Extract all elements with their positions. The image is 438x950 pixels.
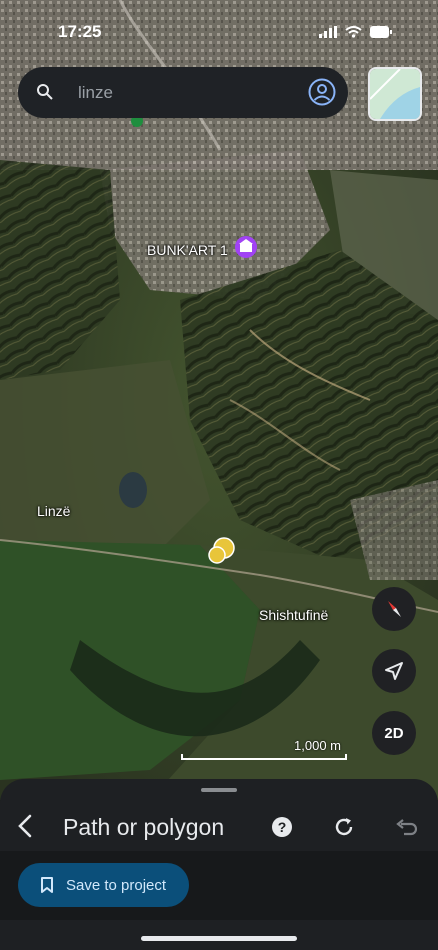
scale-label: 1,000 m [294, 738, 341, 753]
sheet-header: Path or polygon ? [0, 803, 438, 851]
refresh-icon[interactable] [333, 816, 355, 838]
museum-pin-icon[interactable] [235, 236, 257, 258]
svg-text:?: ? [278, 819, 287, 835]
undo-icon[interactable] [395, 816, 417, 838]
save-to-project-label: Save to project [66, 876, 167, 894]
save-to-project-button[interactable]: Save to project [18, 863, 189, 907]
account-icon[interactable] [308, 78, 336, 106]
map-label-bunkart[interactable]: BUNK'ART 1 [147, 242, 228, 258]
view-mode-button[interactable]: 2D [372, 711, 416, 755]
navigation-arrow-icon [385, 662, 403, 680]
map-label-shishtufine[interactable]: Shishtufinë [259, 607, 328, 623]
map-thumbnail-icon [370, 69, 420, 119]
search-icon [37, 84, 53, 100]
help-icon[interactable]: ? [271, 816, 293, 838]
status-time: 17:25 [58, 22, 102, 41]
battery-icon [370, 26, 392, 38]
map-label-linze[interactable]: Linzë [37, 503, 70, 519]
compass-icon [388, 601, 401, 617]
status-bar: 17:25 [0, 22, 438, 46]
map-scale-bar: 1,000 m [181, 738, 347, 760]
sheet-actions: Save to project [0, 851, 438, 920]
bottom-sheet: Path or polygon ? Save to project [0, 779, 438, 950]
wifi-icon [345, 26, 362, 38]
status-icons [319, 26, 392, 38]
bookmark-icon [41, 877, 53, 893]
signal-icon [319, 26, 337, 38]
sheet-title: Path or polygon [63, 814, 225, 840]
compass-button[interactable] [372, 587, 416, 631]
scale-line [181, 754, 347, 760]
search-bar[interactable] [18, 67, 348, 118]
sheet-drag-handle[interactable] [201, 788, 237, 792]
home-indicator[interactable] [141, 936, 297, 941]
map-layers-button[interactable] [368, 67, 422, 121]
search-input[interactable] [76, 81, 300, 104]
my-location-button[interactable] [372, 649, 416, 693]
back-arrow-icon[interactable] [14, 813, 36, 839]
